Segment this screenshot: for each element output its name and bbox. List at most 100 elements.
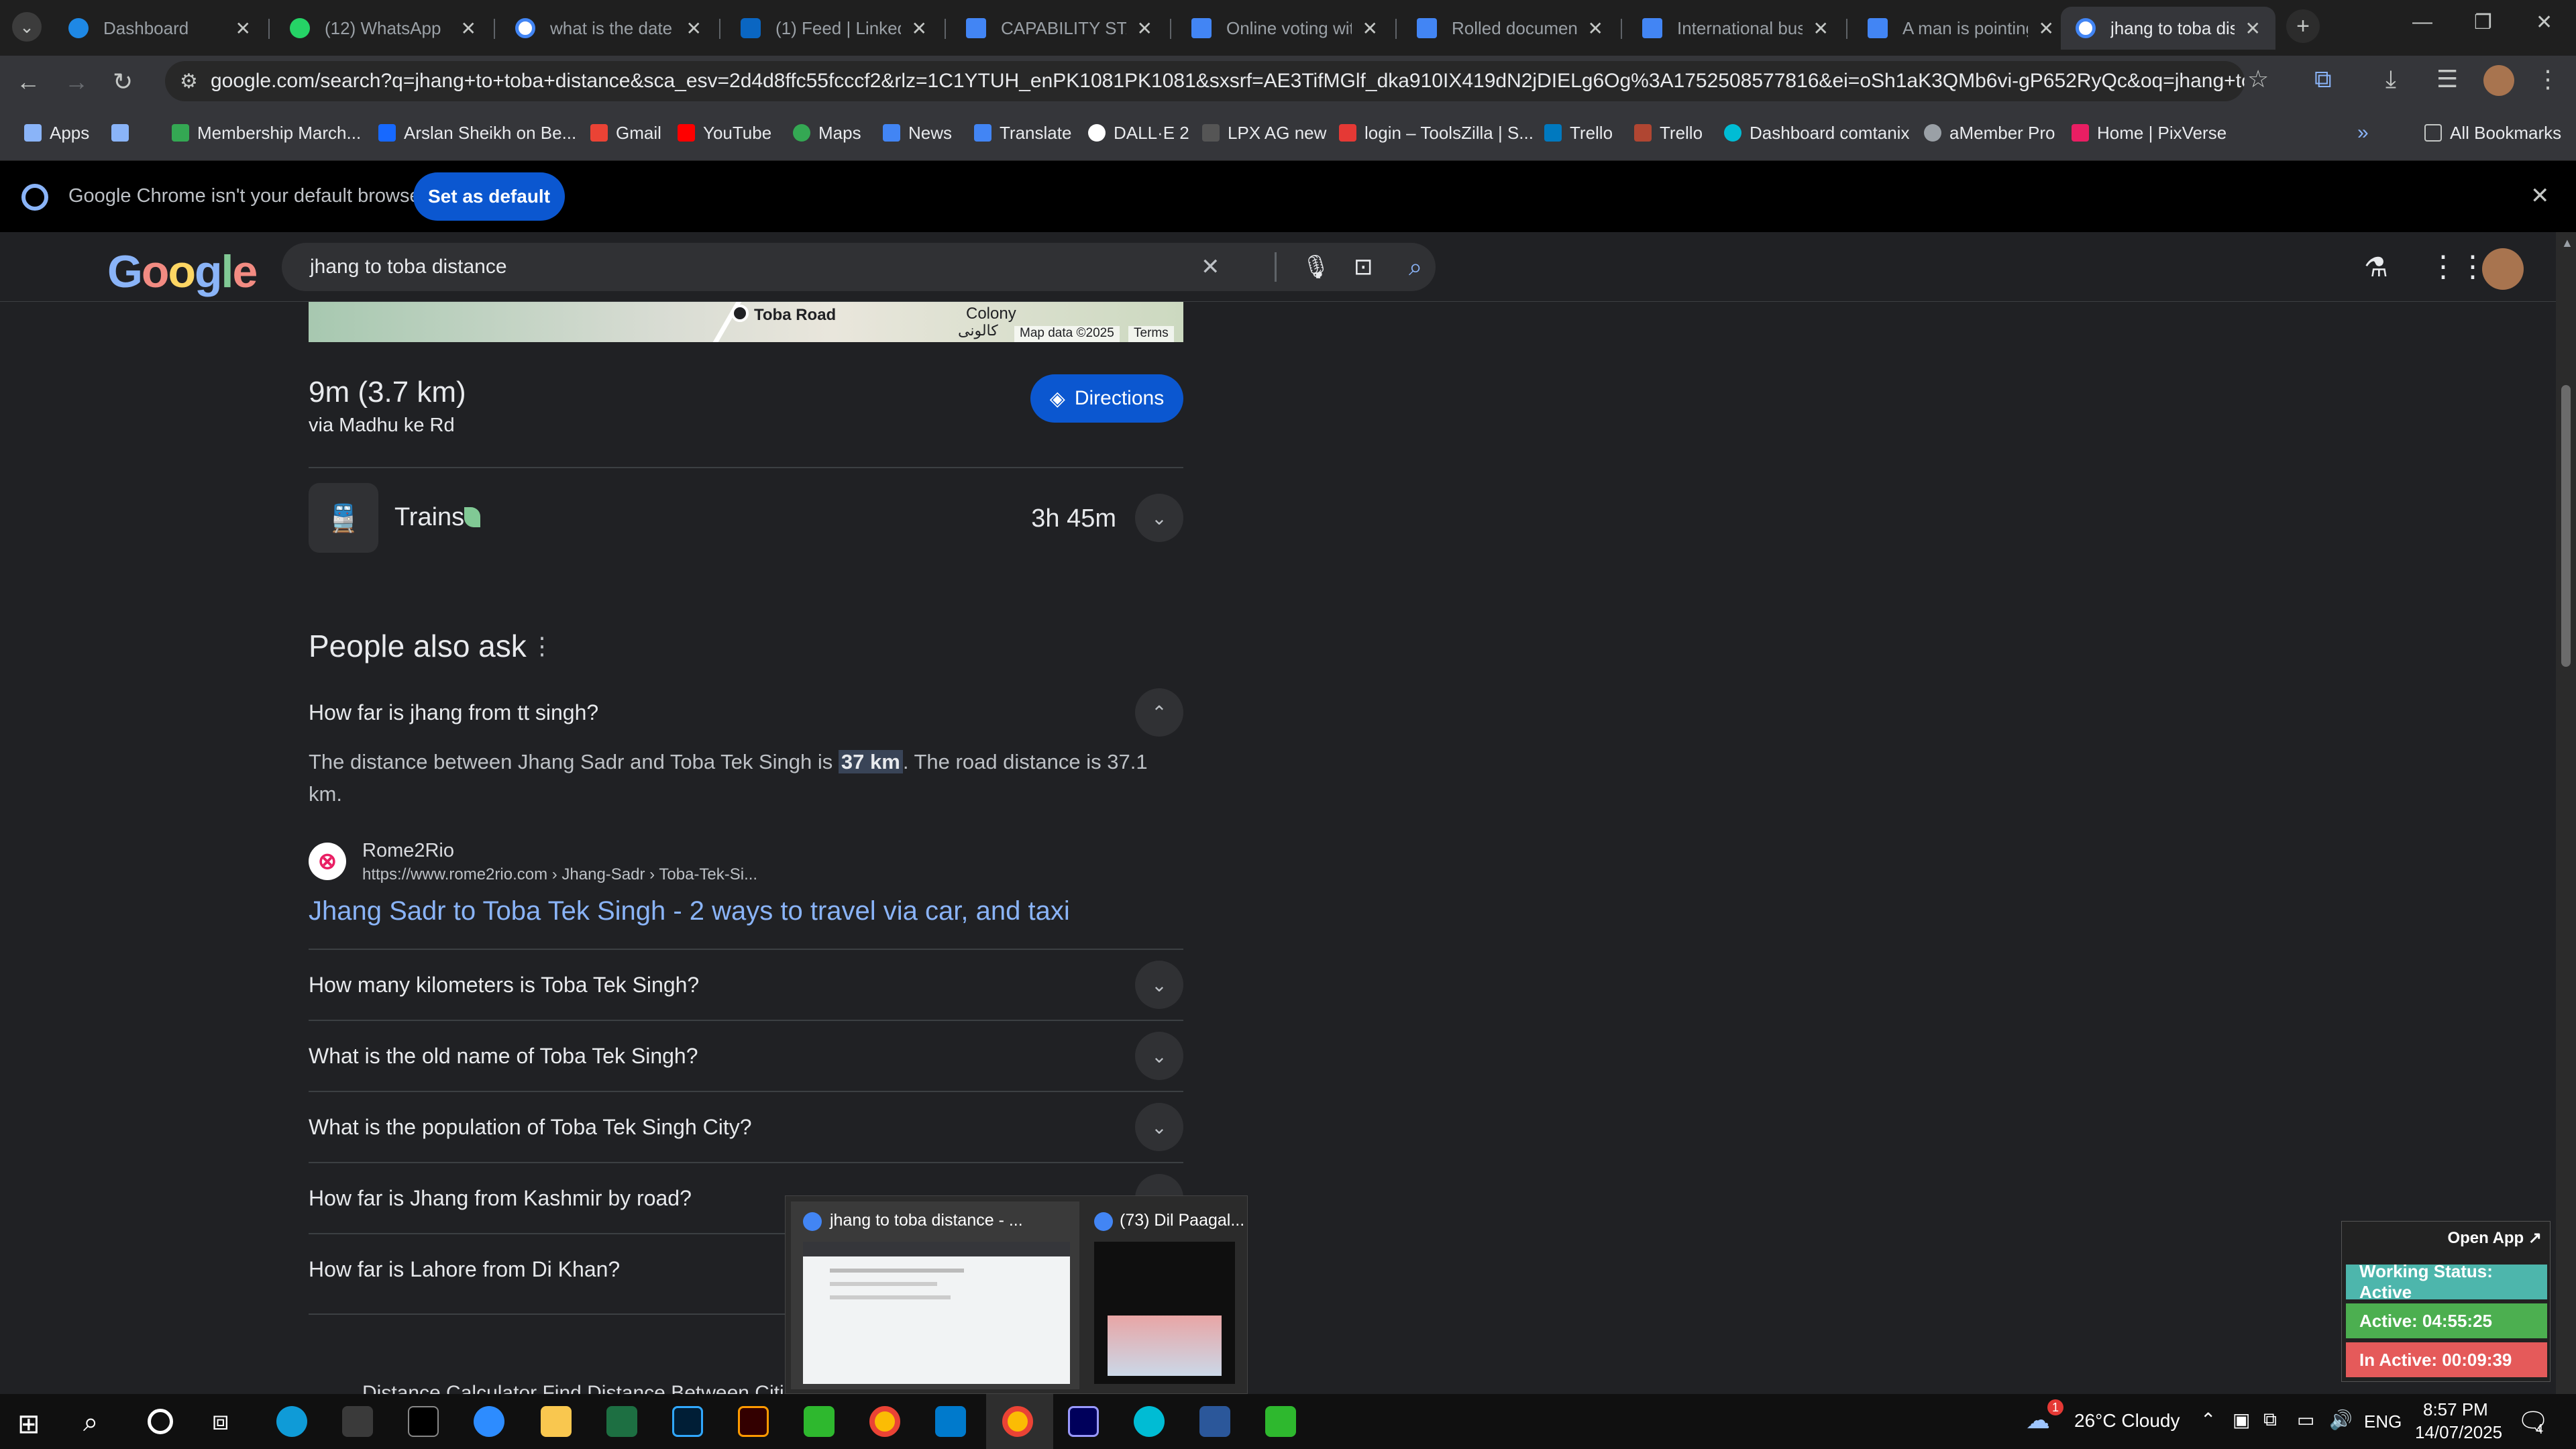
reading-list-icon[interactable]: ☰ xyxy=(2436,65,2458,93)
bookmark-trello-1[interactable]: Trello xyxy=(1544,119,1613,146)
site-info-icon[interactable]: ⚙ xyxy=(180,70,198,93)
close-icon[interactable]: ✕ xyxy=(686,17,702,40)
close-icon[interactable]: ✕ xyxy=(2039,17,2054,40)
back-icon[interactable]: ← xyxy=(16,68,40,96)
avatar[interactable] xyxy=(2482,248,2524,290)
comtanix-app-icon[interactable] xyxy=(1134,1406,1165,1437)
bookmark-tab-groups[interactable] xyxy=(111,119,137,146)
tab-whatsapp[interactable]: (12) WhatsApp ✕ xyxy=(275,7,491,50)
weather-text[interactable]: 26°C Cloudy xyxy=(2074,1410,2180,1432)
bookmark-amember[interactable]: aMember Pro xyxy=(1924,119,2055,146)
display-icon[interactable]: ⧉ xyxy=(2263,1409,2277,1431)
chevron-up-icon[interactable]: ⌃ xyxy=(2200,1409,2216,1431)
search-input[interactable]: jhang to toba distance xyxy=(310,256,507,278)
premiere-icon[interactable] xyxy=(1068,1406,1099,1437)
bookmark-news[interactable]: News xyxy=(883,119,952,146)
pen-tool-icon[interactable] xyxy=(342,1406,373,1437)
close-window-button[interactable]: ✕ xyxy=(2536,11,2553,34)
zoom-icon[interactable] xyxy=(474,1406,504,1437)
close-icon[interactable]: ✕ xyxy=(1588,17,1603,40)
whatsapp-app-icon[interactable] xyxy=(804,1406,835,1437)
close-icon[interactable]: ✕ xyxy=(912,17,927,40)
clock-date[interactable]: 14/07/2025 xyxy=(2415,1422,2502,1443)
tab-google-date[interactable]: what is the date o ✕ xyxy=(500,7,716,50)
download-icon[interactable]: ⤓ xyxy=(2385,65,2396,94)
language-indicator[interactable]: ENG xyxy=(2364,1411,2402,1432)
tab-capability[interactable]: CAPABILITY STATE ✕ xyxy=(951,7,1167,50)
bookmark-maps[interactable]: Maps xyxy=(793,119,861,146)
bookmark-star-icon[interactable]: ☆ xyxy=(2247,65,2269,93)
reload-icon[interactable]: ↻ xyxy=(113,68,133,96)
extension-icon[interactable]: ⧉ xyxy=(2314,65,2332,94)
cortana-icon[interactable] xyxy=(148,1409,173,1434)
photoshop-icon[interactable] xyxy=(672,1406,703,1437)
close-icon[interactable]: ✕ xyxy=(2530,182,2550,209)
bookmark-behance[interactable]: Arslan Sheikh on Be... xyxy=(378,119,576,146)
notification-icon[interactable]: 🗨 xyxy=(2517,1407,2549,1437)
chevron-down-icon[interactable]: ⌄ xyxy=(1135,1103,1183,1151)
close-icon[interactable]: ✕ xyxy=(1362,17,1378,40)
task-view-icon[interactable]: ⧈ xyxy=(212,1406,229,1436)
tab-online-voting[interactable]: Online voting with ✕ xyxy=(1177,7,1393,50)
weather-icon[interactable]: ☁ xyxy=(2026,1406,2050,1434)
new-tab-button[interactable]: + xyxy=(2286,9,2320,43)
more-options-icon[interactable]: ⋮ xyxy=(530,632,554,660)
microphone-icon[interactable]: 🎙 xyxy=(1301,254,1330,280)
lens-icon[interactable]: ⊡ xyxy=(1354,254,1373,280)
terminal-icon[interactable] xyxy=(408,1406,439,1437)
bookmark-pixverse[interactable]: Home | PixVerse xyxy=(2072,119,2226,146)
clock-time[interactable]: 8:57 PM xyxy=(2423,1399,2488,1420)
whatsapp-desktop-icon[interactable] xyxy=(1265,1406,1296,1437)
clear-icon[interactable]: ✕ xyxy=(1201,254,1220,280)
bookmark-membership[interactable]: Membership March... xyxy=(172,119,361,146)
tab-search-button[interactable]: ⌄ xyxy=(12,12,42,42)
bookmark-trello-2[interactable]: Trello xyxy=(1634,119,1703,146)
menu-icon[interactable]: ⋮ xyxy=(2536,65,2560,93)
page-scrollbar[interactable]: ▲ xyxy=(2556,232,2576,1394)
route-map[interactable]: Toba Road Colony کالونی Map data ©2025 T… xyxy=(309,302,1183,342)
illustrator-icon[interactable] xyxy=(738,1406,769,1437)
scroll-up-icon[interactable]: ▲ xyxy=(2561,236,2573,250)
bookmark-gmail[interactable]: Gmail xyxy=(590,119,661,146)
directions-button[interactable]: ◈ Directions xyxy=(1030,374,1183,423)
restore-button[interactable]: ❐ xyxy=(2474,11,2492,34)
paa-question[interactable]: What is the population of Toba Tek Singh… xyxy=(309,1092,1183,1162)
chevron-down-icon[interactable]: ⌄ xyxy=(1135,961,1183,1009)
preview-item[interactable]: jhang to toba distance - ... xyxy=(791,1201,1079,1389)
excel-icon[interactable] xyxy=(606,1406,637,1437)
preview-item[interactable]: (73) Dil Paagal... xyxy=(1085,1201,1244,1389)
result-link[interactable]: Jhang Sadr to Toba Tek Singh - 2 ways to… xyxy=(309,896,1070,926)
all-bookmarks-button[interactable]: All Bookmarks xyxy=(2424,119,2561,146)
map-terms-link[interactable]: Terms xyxy=(1128,326,1174,342)
profile-avatar[interactable] xyxy=(2483,65,2514,96)
search-icon[interactable]: ⌕ xyxy=(83,1407,98,1438)
open-app-link[interactable]: Open App ↗ xyxy=(2447,1228,2542,1248)
minimize-button[interactable]: — xyxy=(2412,11,2432,34)
tab-linkedin[interactable]: (1) Feed | LinkedIn ✕ xyxy=(726,7,942,50)
tab-rolled-document[interactable]: Rolled document ✕ xyxy=(1402,7,1618,50)
chevron-up-icon[interactable]: ⌃ xyxy=(1135,688,1183,737)
tab-jhang-toba[interactable]: jhang to toba dist ✕ xyxy=(2061,7,2275,50)
bookmark-lpx[interactable]: LPX AG new xyxy=(1202,119,1326,146)
windows-start-icon[interactable]: ⊞ xyxy=(17,1409,40,1440)
close-icon[interactable]: ✕ xyxy=(1137,17,1152,40)
tab-man-pointing[interactable]: A man is pointing ✕ xyxy=(1853,7,2069,50)
more-bookmarks-icon[interactable]: » xyxy=(2357,119,2369,146)
tab-dashboard[interactable]: Dashboard ✕ xyxy=(54,7,266,50)
close-icon[interactable]: ✕ xyxy=(2245,17,2261,40)
edge-icon[interactable] xyxy=(276,1406,307,1437)
search-box[interactable]: jhang to toba distance ✕ 🎙 ⊡ ⌕ xyxy=(282,243,1436,291)
close-icon[interactable]: ✕ xyxy=(235,17,251,40)
bookmark-dalle[interactable]: DALL·E 2 xyxy=(1088,119,1189,146)
forward-icon[interactable]: → xyxy=(64,68,89,96)
bookmark-apps[interactable]: Apps xyxy=(24,119,89,146)
paa-question-expanded[interactable]: How far is jhang from tt singh? ⌃ xyxy=(309,678,1183,747)
bookmark-comtanix[interactable]: Dashboard comtanix xyxy=(1724,119,1909,146)
paa-question[interactable]: How many kilometers is Toba Tek Singh? ⌄ xyxy=(309,950,1183,1020)
network-icon[interactable]: ▭ xyxy=(2297,1409,2314,1431)
meet-icon[interactable]: ▣ xyxy=(2233,1409,2250,1431)
close-icon[interactable]: ✕ xyxy=(1813,17,1829,40)
bookmark-translate[interactable]: Translate xyxy=(974,119,1071,146)
paa-question[interactable]: What is the old name of Toba Tek Singh? … xyxy=(309,1021,1183,1091)
chrome-app-icon[interactable] xyxy=(869,1406,900,1437)
